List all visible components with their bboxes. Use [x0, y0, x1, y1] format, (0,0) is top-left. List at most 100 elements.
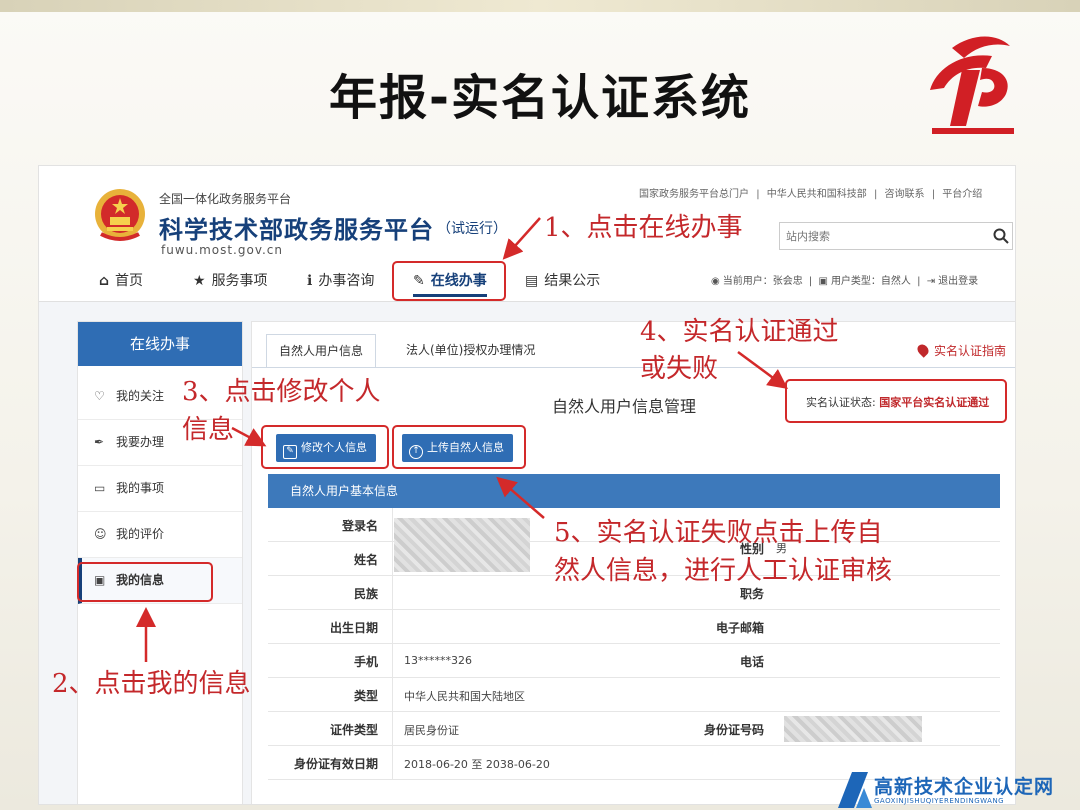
search-input[interactable]	[786, 227, 976, 245]
field-value-validity: 2018-06-20 至 2038-06-20	[404, 758, 550, 771]
sidebar-item-label: 我的关注	[116, 389, 165, 403]
sidebar-item-matters[interactable]: ▭ 我的事项	[78, 466, 242, 512]
col-divider	[392, 678, 393, 712]
user-bar: ◉ 当前用户：张会忠 | ▣ 用户类型：自然人 | ⇥ 退出登录	[711, 272, 981, 287]
annotation-step-3-line1: 3、点击修改个人	[182, 377, 381, 407]
nav-consult-label: 办事咨询	[318, 273, 375, 289]
field-label-validity: 身份证有效日期	[293, 757, 378, 771]
china-tax-logo-icon	[930, 36, 1014, 134]
col-divider	[392, 542, 393, 576]
slide-title: 年报-实名认证系统	[329, 70, 751, 126]
top-link-gov-portal[interactable]: 国家政务服务平台总门户	[639, 189, 749, 200]
row-phone: 手机 13******326 电话	[268, 644, 1000, 678]
annotation-step-4-line1: 4、实名认证通过	[640, 317, 839, 347]
row-type: 类型 中华人民共和国大陆地区	[268, 678, 1000, 712]
folder-icon: ▭	[94, 481, 106, 495]
field-label-type: 类型	[353, 689, 378, 703]
field-value-cert-type: 居民身份证	[404, 724, 459, 737]
col-divider	[392, 644, 393, 678]
logout-link[interactable]: 退出登录	[938, 276, 978, 287]
home-icon: ⌂	[99, 273, 110, 289]
info-icon: ℹ	[307, 273, 313, 289]
tab-legal-person[interactable]: 法人(单位)授权办理情况	[394, 334, 547, 368]
annotation-step-5-line1: 5、实名认证失败点击上传自	[554, 518, 883, 548]
top-link-sep: |	[931, 189, 936, 200]
field-value-phone: 13******326	[404, 654, 472, 667]
highlight-my-info	[77, 562, 213, 602]
top-link-about[interactable]: 平台介绍	[942, 189, 982, 200]
nav-services-label: 服务事项	[211, 273, 268, 289]
user-bar-sep: |	[808, 276, 813, 287]
annotation-step-4-line2: 或失败	[640, 354, 719, 384]
portal-screenshot: 全国一体化政务服务平台 科学技术部政务服务平台 （试运行） fuwu.most.…	[38, 165, 1016, 805]
annotation-step-5-line2: 然人信息，进行人工认证审核	[554, 556, 893, 586]
location-pin-icon	[915, 342, 931, 358]
trial-label: （试运行）	[437, 221, 507, 237]
tab-divider	[252, 367, 1015, 368]
slide-top-stripe	[0, 0, 1080, 12]
field-label-job: 职务	[739, 587, 764, 601]
star-icon: ★	[193, 273, 206, 289]
panel-title: 自然人用户信息管理	[552, 397, 697, 416]
highlight-status	[785, 379, 1007, 423]
annotation-step-3-line2: 信息	[182, 415, 235, 445]
col-divider	[392, 610, 393, 644]
highlight-online-service	[392, 261, 506, 301]
smile-icon: ☺	[94, 527, 107, 541]
nav-services[interactable]: ★ 服务事项	[193, 270, 268, 290]
user-icon: ◉	[711, 276, 720, 287]
field-label-birth: 出生日期	[329, 621, 378, 635]
highlight-edit-button	[261, 425, 389, 469]
watermark-subtext: GAOXINJISHUQIYERENDINGWANG	[874, 797, 1005, 805]
annotation-step-1: 1、点击在线办事	[544, 213, 743, 243]
pen-icon: ✒	[94, 435, 105, 449]
heart-icon: ♡	[94, 389, 105, 403]
top-link-sep: |	[756, 189, 760, 200]
top-links: 国家政务服务平台总门户 | 中华人民共和国科技部 | 咨询联系 | 平台介绍	[639, 185, 986, 200]
sidebar-header: 在线办事	[78, 322, 242, 366]
field-label-login: 登录名	[341, 519, 378, 533]
field-label-id-number: 身份证号码	[703, 723, 764, 737]
sidebar-item-reviews[interactable]: ☺ 我的评价	[78, 512, 242, 558]
field-label-ethnicity: 民族	[353, 587, 378, 601]
national-emblem-icon	[95, 189, 145, 241]
nav-results[interactable]: ▤ 结果公示	[525, 270, 600, 290]
logout-icon: ⇥	[926, 276, 936, 287]
tab-natural-person[interactable]: 自然人用户信息	[266, 334, 377, 368]
row-birth: 出生日期 电子邮箱	[268, 610, 1000, 644]
document-icon: ▤	[525, 273, 539, 289]
section-header: 自然人用户基本信息	[268, 474, 1000, 508]
field-label-name: 姓名	[353, 553, 378, 567]
field-label-phone: 手机	[353, 655, 378, 669]
watermark-text: 高新技术企业认定网	[874, 776, 1055, 798]
verification-guide-label: 实名认证指南	[934, 344, 1007, 358]
field-label-email: 电子邮箱	[715, 621, 764, 635]
col-divider	[392, 508, 393, 542]
top-link-most[interactable]: 中华人民共和国科技部	[767, 189, 867, 200]
sidebar-item-label: 我的事项	[116, 481, 165, 495]
nav-results-label: 结果公示	[544, 273, 601, 289]
user-bar-sep: |	[917, 276, 921, 287]
nav-home-label: 首页	[115, 273, 144, 289]
top-link-contact[interactable]: 咨询联系	[885, 189, 925, 200]
col-divider	[392, 712, 393, 746]
redacted-id-number	[784, 716, 922, 742]
col-divider	[392, 576, 393, 610]
sidebar-item-label: 我的评价	[116, 527, 165, 541]
platform-url: fuwu.most.gov.cn	[161, 243, 284, 257]
verification-guide-link[interactable]: 实名认证指南	[915, 342, 1007, 359]
redacted-name	[394, 518, 530, 572]
field-value-type: 中华人民共和国大陆地区	[404, 690, 525, 703]
field-label-tel: 电话	[739, 655, 764, 669]
sidebar-item-label: 我要办理	[116, 435, 165, 449]
current-user: 当前用户：张会忠	[722, 276, 803, 287]
search-icon[interactable]	[992, 227, 1010, 245]
nav-consult[interactable]: ℹ 办事咨询	[307, 270, 374, 290]
top-link-sep: |	[873, 189, 878, 200]
user-type: 用户类型：自然人	[830, 276, 911, 287]
search-box	[779, 222, 1013, 250]
platform-title: 科学技术部政务服务平台	[159, 216, 434, 244]
col-divider	[392, 746, 393, 780]
nav-home[interactable]: ⌂ 首页	[99, 270, 143, 290]
platform-subtitle: 全国一体化政务服务平台	[159, 192, 292, 206]
